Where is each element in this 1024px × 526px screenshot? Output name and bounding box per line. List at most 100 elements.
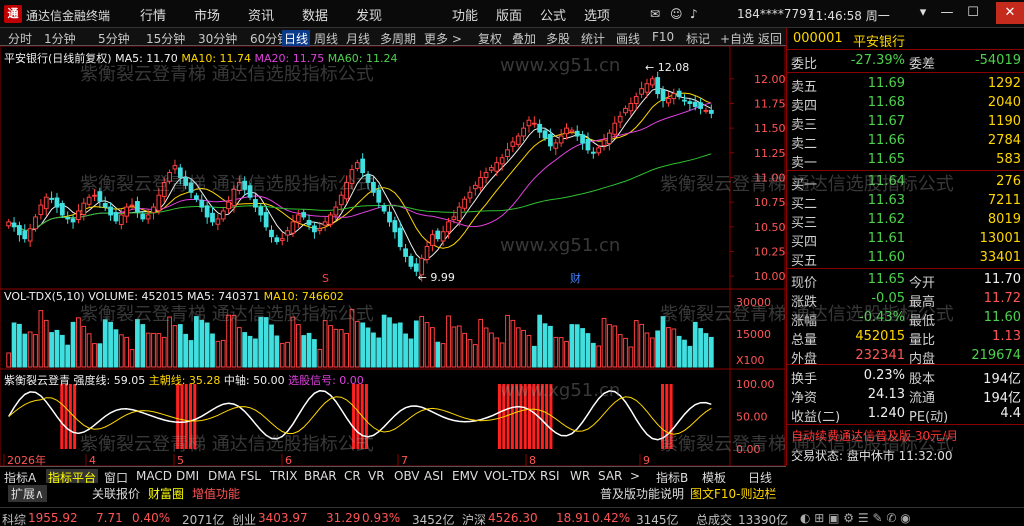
maximize-icon[interactable]: ☐: [962, 2, 984, 24]
tab-value-added[interactable]: 增值功能: [192, 485, 240, 502]
tab-wealth-circle[interactable]: 财富圈: [148, 485, 184, 502]
tab-brar[interactable]: BRAR: [304, 469, 337, 483]
signal-column: [193, 384, 197, 449]
menu-gongshi[interactable]: 公式: [540, 5, 566, 24]
ma10-value: MA10: 11.74: [181, 52, 252, 65]
expand-button[interactable]: 扩展∧: [8, 485, 47, 502]
quote-panel: 000001 平安银行 委比 -27.39% 委差 -54019 卖五 11.6…: [786, 28, 1024, 466]
candle-body: [349, 169, 355, 185]
low-price-label: ← 9.99: [418, 271, 455, 284]
tab-30min[interactable]: 30分钟: [198, 30, 237, 47]
tab-sar[interactable]: SAR: [598, 469, 622, 483]
btn-add-watchlist[interactable]: +自选: [720, 30, 754, 47]
signal-column: [176, 384, 180, 449]
tab-daily[interactable]: 日线: [282, 30, 311, 47]
skin-icon[interactable]: ▾: [912, 2, 934, 24]
btn-tongji[interactable]: 统计: [581, 30, 605, 47]
btn-diejia[interactable]: 叠加: [512, 30, 536, 47]
close-icon[interactable]: ✕: [996, 2, 1024, 24]
tab-rsi[interactable]: RSI: [540, 469, 560, 483]
btn-fuquan[interactable]: 复权: [478, 30, 502, 47]
menu-shuju[interactable]: 数据: [302, 5, 328, 24]
tab-emv[interactable]: EMV: [452, 469, 478, 483]
chart-area[interactable]: 12.00 11.75 11.50 11.25 11.00 10.75 10.50 10.25…: [0, 46, 786, 466]
bid-row[interactable]: 买一 11.64 276: [787, 173, 1024, 193]
candle-body: [446, 221, 451, 233]
user-icon[interactable]: ☺: [670, 7, 683, 21]
tab-fsl[interactable]: FSL: [240, 469, 261, 483]
menu-xuanxiang[interactable]: 选项: [584, 5, 610, 24]
volume-bar: [199, 319, 205, 368]
bid-row[interactable]: 买五 11.60 33401: [787, 249, 1024, 269]
volume-bar: [558, 337, 564, 368]
tab-multi-period[interactable]: 多周期: [380, 30, 416, 47]
stat-value: 452015: [855, 329, 905, 344]
tab-asi[interactable]: ASI: [424, 469, 443, 483]
tab-obv[interactable]: OBV: [394, 469, 420, 483]
volume-bar: [333, 328, 339, 368]
bid-row[interactable]: 买三 11.62 8019: [787, 211, 1024, 231]
tab-wr[interactable]: WR: [570, 469, 590, 483]
minimize-icon[interactable]: —: [936, 2, 958, 24]
toolbar-icons[interactable]: ◐ ⊞ ▣ ⚙ ☰ ✎ ✆ ◉: [800, 511, 911, 525]
menu-banmian[interactable]: 版面: [496, 5, 522, 24]
volume-bar: [676, 335, 682, 368]
btn-biaoji[interactable]: 标记: [686, 30, 710, 47]
tab-more-indicators[interactable]: >: [630, 469, 640, 483]
tab-macd[interactable]: MACD: [136, 469, 172, 483]
btn-huaxian[interactable]: 画线: [616, 30, 640, 47]
tab-15min[interactable]: 15分钟: [146, 30, 185, 47]
candle-body: [585, 138, 591, 151]
ask-row[interactable]: 卖三 11.67 1190: [787, 113, 1024, 133]
btn-back[interactable]: 返回: [758, 30, 782, 47]
menu-hangqing[interactable]: 行情: [140, 5, 166, 24]
menu-gongneng[interactable]: 功能: [452, 5, 478, 24]
volume-bar: [102, 319, 108, 368]
tab-vr[interactable]: VR: [368, 469, 385, 483]
ask-row[interactable]: 卖二 11.66 2784: [787, 132, 1024, 152]
ask-row[interactable]: 卖四 11.68 2040: [787, 94, 1024, 114]
candle-body: [515, 135, 521, 145]
tab-1min[interactable]: 1分钟: [44, 30, 76, 47]
bid-row[interactable]: 买二 11.63 7211: [787, 192, 1024, 212]
f10-sidebar-link[interactable]: 图文F10-则边栏: [690, 485, 777, 502]
candle-body: [38, 204, 44, 216]
ask-row[interactable]: 卖一 11.65 583: [787, 151, 1024, 171]
tab-5min[interactable]: 5分钟: [98, 30, 130, 47]
tab-trix[interactable]: TRIX: [270, 469, 297, 483]
tab-more[interactable]: 更多 >: [424, 30, 462, 47]
signal-column: [540, 384, 544, 449]
menu-faxian[interactable]: 发现: [356, 5, 382, 24]
candle-body: [118, 214, 124, 225]
bid-volume: 33401: [979, 250, 1021, 265]
mail-icon[interactable]: ✉: [650, 7, 660, 21]
user-account[interactable]: 184****7797: [737, 7, 814, 21]
stat-value: -0.05: [871, 291, 905, 306]
kline-chart-svg[interactable]: 12.00 11.75 11.50 11.25 11.00 10.75 10.50 10.25…: [0, 46, 786, 466]
candle-body: [542, 130, 548, 139]
volume-bar: [483, 327, 489, 368]
tab-weekly[interactable]: 周线: [314, 30, 338, 47]
candle-body: [403, 248, 408, 257]
menu-shichang[interactable]: 市场: [194, 5, 220, 24]
signal-column: [669, 384, 673, 449]
promo-link[interactable]: 自动续费通达信普及版 30元/月: [791, 427, 958, 444]
menu-zixun[interactable]: 资讯: [248, 5, 274, 24]
tab-dma[interactable]: DMA: [208, 469, 236, 483]
tab-fenshi[interactable]: 分时: [8, 30, 32, 47]
candle-body: [612, 122, 618, 135]
btn-duogu[interactable]: 多股: [546, 30, 570, 47]
tab-vol-tdx[interactable]: VOL-TDX: [484, 469, 536, 483]
bell-icon[interactable]: ♪: [690, 7, 698, 21]
volume-bar: [660, 316, 666, 368]
tab-cr[interactable]: CR: [344, 469, 361, 483]
candle-body: [279, 238, 285, 241]
ask-row[interactable]: 卖五 11.69 1292: [787, 75, 1024, 95]
candle-body: [97, 191, 103, 202]
tab-dmi[interactable]: DMI: [176, 469, 199, 483]
bid-row[interactable]: 买四 11.61 13001: [787, 230, 1024, 250]
tab-monthly[interactable]: 月线: [346, 30, 370, 47]
tab-related-quotes[interactable]: 关联报价: [92, 485, 140, 502]
help-link[interactable]: 普及版功能说明: [600, 485, 684, 502]
btn-f10[interactable]: F10: [652, 30, 674, 44]
